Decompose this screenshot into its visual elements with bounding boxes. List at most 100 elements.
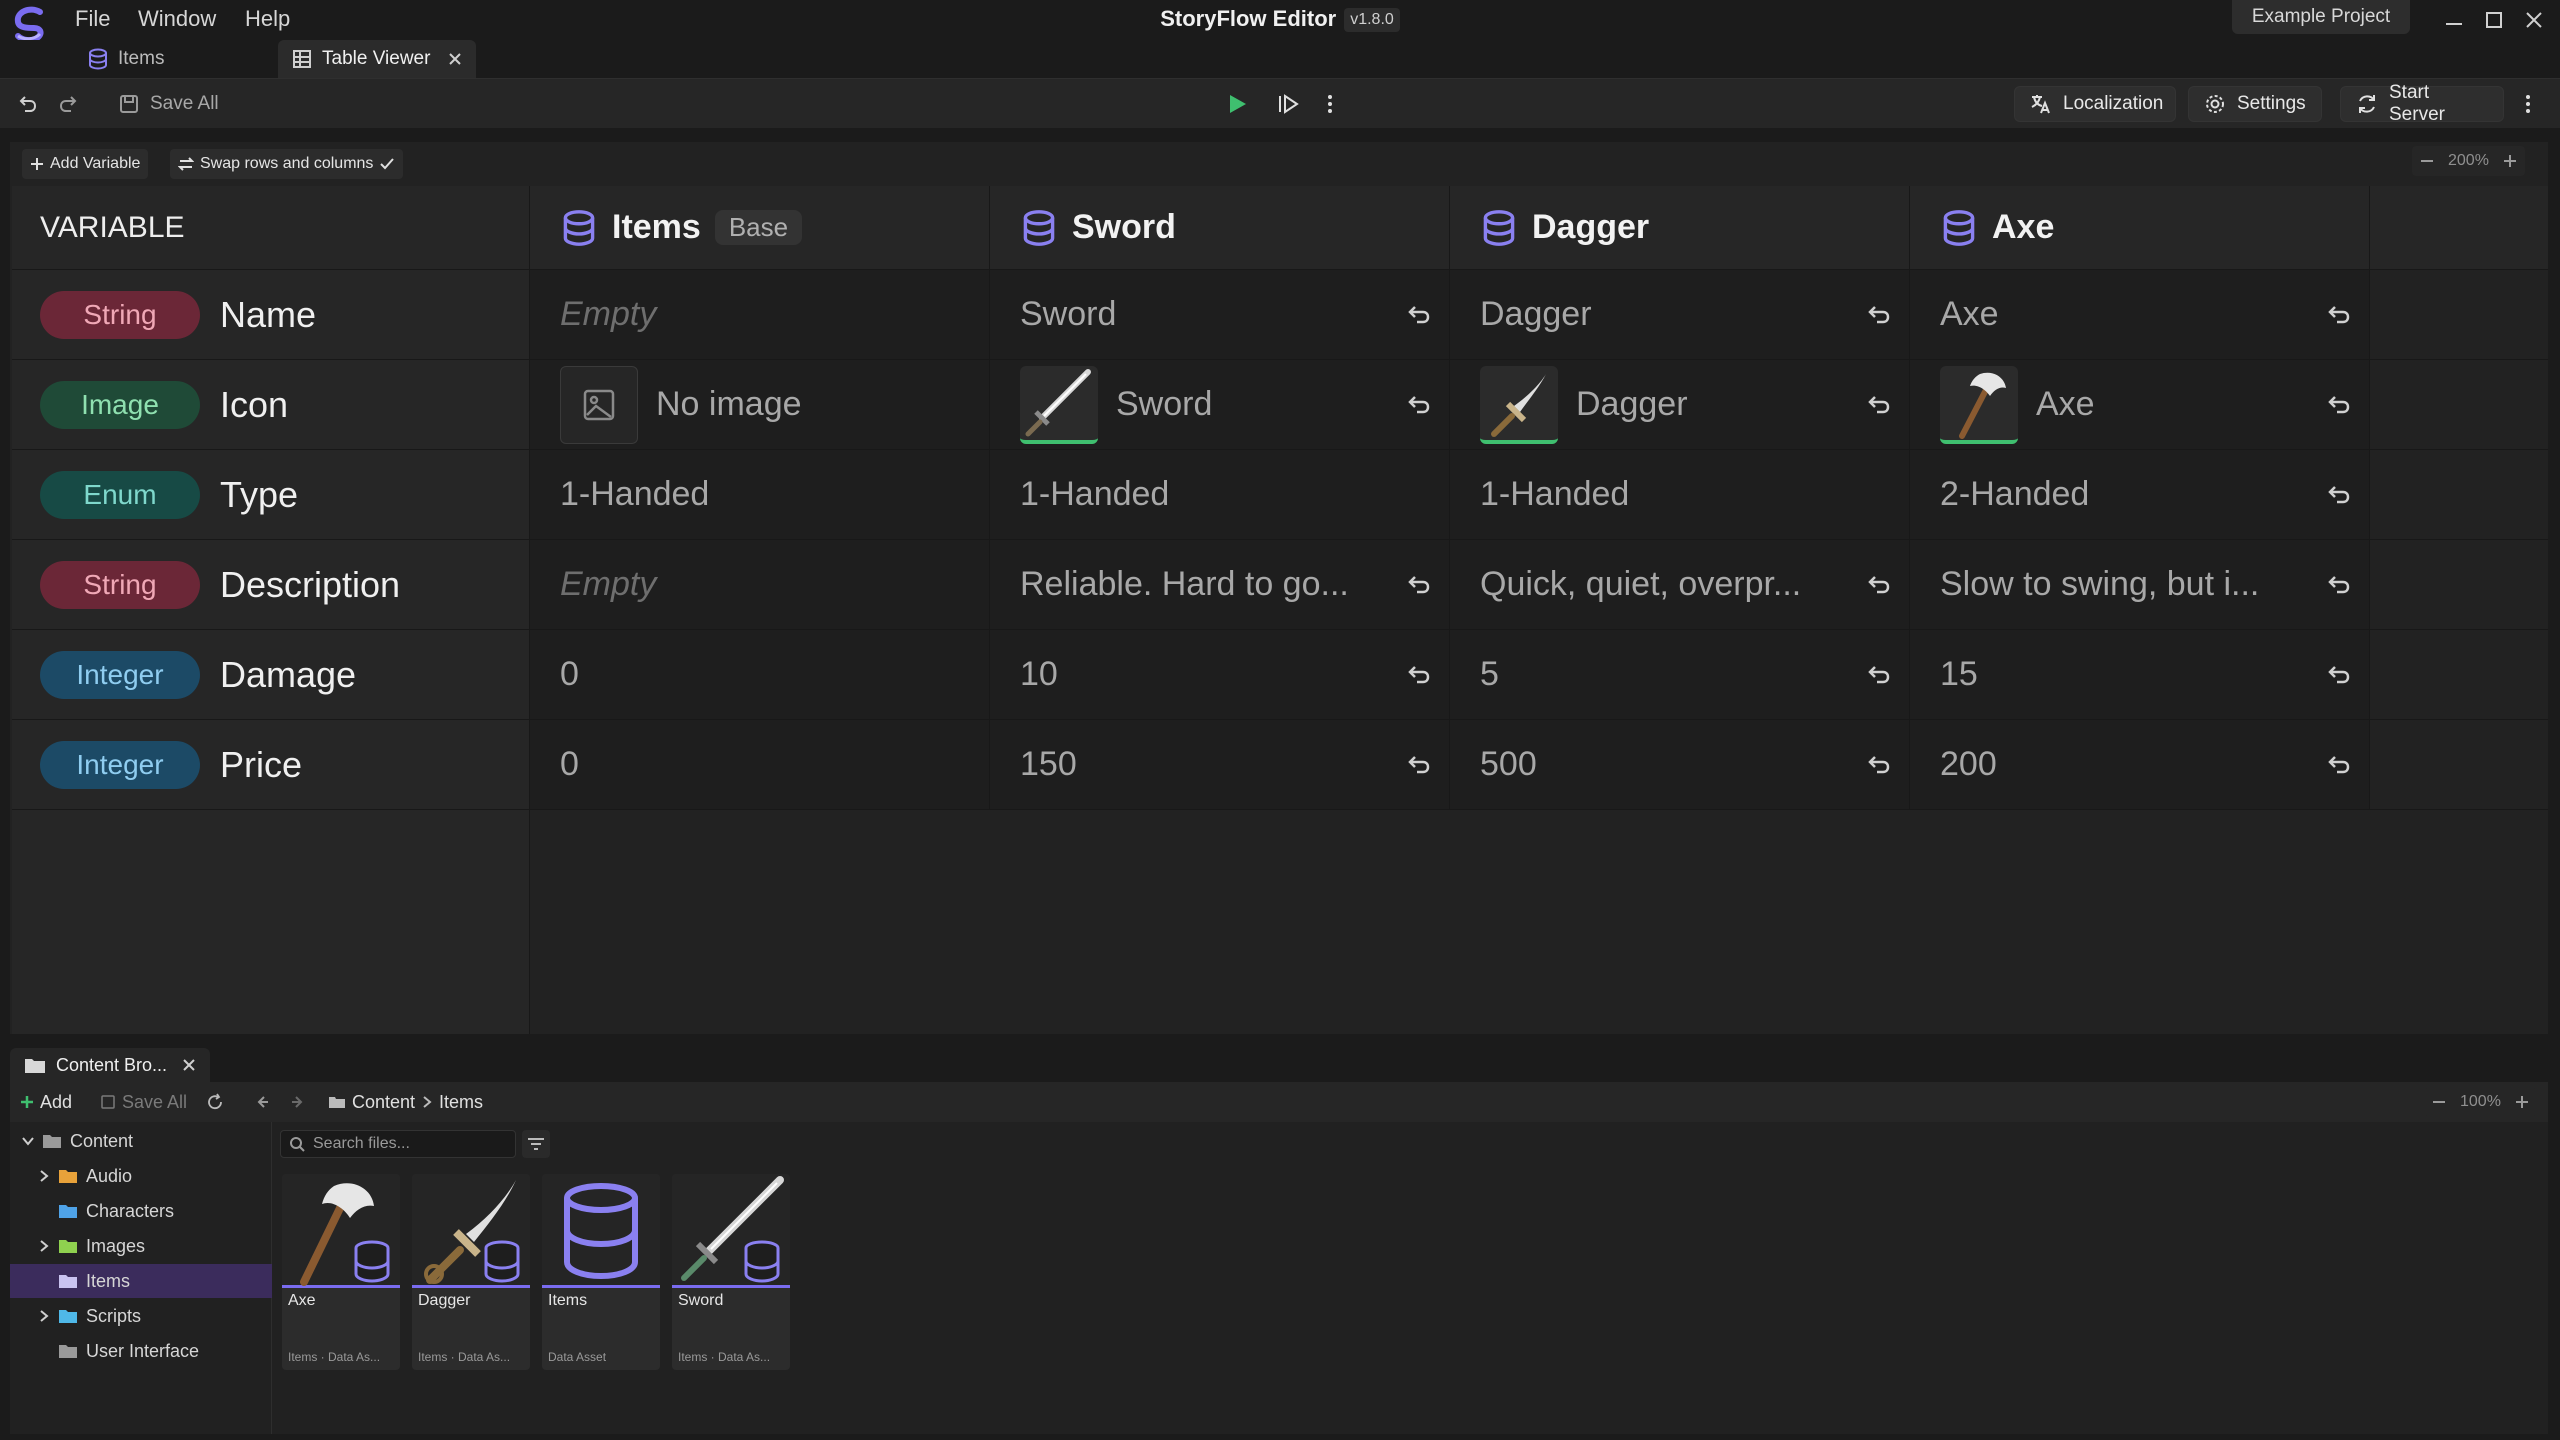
tab-table-viewer[interactable]: Table Viewer bbox=[278, 40, 476, 78]
reset-icon[interactable] bbox=[2309, 753, 2369, 777]
project-button[interactable]: Example Project bbox=[2232, 0, 2410, 34]
start-server-button[interactable]: Start Server bbox=[2340, 82, 2504, 125]
reset-icon[interactable] bbox=[2309, 573, 2369, 597]
reset-icon[interactable] bbox=[1849, 303, 1909, 327]
column-header-sword[interactable]: Sword bbox=[990, 186, 1450, 269]
tree-item-items[interactable]: Items bbox=[10, 1264, 272, 1298]
value-cell[interactable]: Empty bbox=[530, 540, 990, 629]
redo-button[interactable] bbox=[50, 86, 88, 122]
variable-cell-damage[interactable]: Integer Damage bbox=[12, 630, 530, 719]
value-cell[interactable]: Reliable. Hard to go... bbox=[990, 540, 1450, 629]
value-cell[interactable]: 1-Handed bbox=[530, 450, 990, 539]
value-cell[interactable]: No image bbox=[530, 360, 990, 449]
value-cell[interactable]: Dagger bbox=[1450, 360, 1910, 449]
sword-icon[interactable] bbox=[1020, 365, 1098, 444]
variable-cell-type[interactable]: Enum Type bbox=[12, 450, 530, 539]
reset-icon[interactable] bbox=[1389, 573, 1449, 597]
value-cell[interactable]: Quick, quiet, overpr... bbox=[1450, 540, 1910, 629]
tree-item-user-interface[interactable]: User Interface bbox=[10, 1334, 272, 1368]
value-cell[interactable]: 200 bbox=[1910, 720, 2370, 809]
tree-item-content[interactable]: Content bbox=[10, 1124, 272, 1158]
reset-icon[interactable] bbox=[1849, 753, 1909, 777]
value-cell[interactable]: 1-Handed bbox=[990, 450, 1450, 539]
value-cell[interactable]: 2-Handed bbox=[1910, 450, 2370, 539]
chevron-right-icon[interactable] bbox=[34, 1239, 54, 1253]
image-placeholder-icon[interactable] bbox=[560, 365, 638, 444]
reset-icon[interactable] bbox=[1849, 573, 1909, 597]
settings-button[interactable]: Settings bbox=[2188, 86, 2322, 122]
close-tab-icon[interactable] bbox=[182, 1058, 196, 1072]
play-from-button[interactable] bbox=[1268, 86, 1308, 122]
asset-card-items[interactable]: Items Data Asset bbox=[542, 1174, 660, 1370]
add-variable-button[interactable]: Add Variable bbox=[22, 149, 149, 179]
column-header-items[interactable]: Items Base bbox=[530, 186, 990, 269]
value-cell[interactable]: 1-Handed bbox=[1450, 450, 1910, 539]
reset-icon[interactable] bbox=[1849, 393, 1909, 417]
value-cell[interactable]: Dagger bbox=[1450, 270, 1910, 359]
tab-content-browser[interactable]: Content Bro... bbox=[10, 1048, 210, 1082]
value-cell[interactable]: Sword bbox=[990, 270, 1450, 359]
tab-items[interactable]: Items bbox=[74, 40, 178, 78]
minimize-icon[interactable] bbox=[2442, 6, 2466, 34]
reset-icon[interactable] bbox=[1389, 753, 1449, 777]
add-button[interactable]: Add bbox=[20, 1088, 72, 1116]
tree-item-scripts[interactable]: Scripts bbox=[10, 1299, 272, 1333]
value-cell[interactable]: 0 bbox=[530, 720, 990, 809]
asset-card-axe[interactable]: Axe Items · Data As... bbox=[282, 1174, 400, 1370]
reset-icon[interactable] bbox=[1849, 663, 1909, 687]
chevron-right-icon[interactable] bbox=[34, 1169, 54, 1183]
close-tab-icon[interactable] bbox=[448, 52, 462, 66]
reset-icon[interactable] bbox=[2309, 303, 2369, 327]
maximize-icon[interactable] bbox=[2482, 6, 2506, 34]
forward-button[interactable] bbox=[288, 1088, 304, 1116]
refresh-button[interactable] bbox=[206, 1088, 224, 1116]
localization-button[interactable]: Localization bbox=[2014, 86, 2176, 122]
zoom-out-icon[interactable] bbox=[2420, 154, 2434, 168]
value-cell[interactable]: Slow to swing, but i... bbox=[1910, 540, 2370, 629]
menu-window[interactable]: Window bbox=[138, 6, 216, 32]
play-button[interactable] bbox=[1218, 86, 1256, 122]
variable-cell-icon[interactable]: Image Icon bbox=[12, 360, 530, 449]
axe-icon[interactable] bbox=[1940, 365, 2018, 444]
tree-item-images[interactable]: Images bbox=[10, 1229, 272, 1263]
chevron-down-icon[interactable] bbox=[18, 1136, 38, 1146]
variable-cell-description[interactable]: String Description bbox=[12, 540, 530, 629]
menu-help[interactable]: Help bbox=[245, 6, 290, 32]
cb-save-all-button[interactable]: Save All bbox=[100, 1088, 187, 1116]
tree-item-audio[interactable]: Audio bbox=[10, 1159, 272, 1193]
filter-button[interactable] bbox=[522, 1130, 550, 1158]
value-cell[interactable]: 15 bbox=[1910, 630, 2370, 719]
swap-rows-columns-toggle[interactable]: Swap rows and columns bbox=[170, 149, 404, 179]
undo-button[interactable] bbox=[8, 86, 46, 122]
column-header-axe[interactable]: Axe bbox=[1910, 186, 2370, 269]
reset-icon[interactable] bbox=[2309, 663, 2369, 687]
variable-cell-name[interactable]: String Name bbox=[12, 270, 530, 359]
value-cell[interactable]: Empty bbox=[530, 270, 990, 359]
more-options-button[interactable] bbox=[1318, 86, 1342, 122]
zoom-in-icon[interactable] bbox=[2503, 154, 2517, 168]
value-cell[interactable]: Axe bbox=[1910, 270, 2370, 359]
save-all-button[interactable]: Save All bbox=[104, 86, 233, 122]
zoom-in-icon[interactable] bbox=[2515, 1095, 2529, 1109]
value-cell[interactable]: 5 bbox=[1450, 630, 1910, 719]
variable-cell-price[interactable]: Integer Price bbox=[12, 720, 530, 809]
tree-item-characters[interactable]: Characters bbox=[10, 1194, 272, 1228]
value-cell[interactable]: Axe bbox=[1910, 360, 2370, 449]
asset-card-sword[interactable]: Sword Items · Data As... bbox=[672, 1174, 790, 1370]
value-cell[interactable]: 10 bbox=[990, 630, 1450, 719]
reset-icon[interactable] bbox=[2309, 483, 2369, 507]
zoom-out-icon[interactable] bbox=[2432, 1095, 2446, 1109]
value-cell[interactable]: 0 bbox=[530, 630, 990, 719]
reset-icon[interactable] bbox=[1389, 663, 1449, 687]
dagger-icon[interactable] bbox=[1480, 365, 1558, 444]
reset-icon[interactable] bbox=[1389, 303, 1449, 327]
value-cell[interactable]: 500 bbox=[1450, 720, 1910, 809]
breadcrumb-items[interactable]: Items bbox=[439, 1092, 483, 1113]
toolbar-more-button[interactable] bbox=[2516, 86, 2540, 122]
menu-file[interactable]: File bbox=[75, 6, 110, 32]
value-cell[interactable]: 150 bbox=[990, 720, 1450, 809]
search-input[interactable]: Search files... bbox=[280, 1130, 516, 1158]
breadcrumb-content[interactable]: Content bbox=[352, 1092, 415, 1113]
reset-icon[interactable] bbox=[1389, 393, 1449, 417]
column-header-dagger[interactable]: Dagger bbox=[1450, 186, 1910, 269]
